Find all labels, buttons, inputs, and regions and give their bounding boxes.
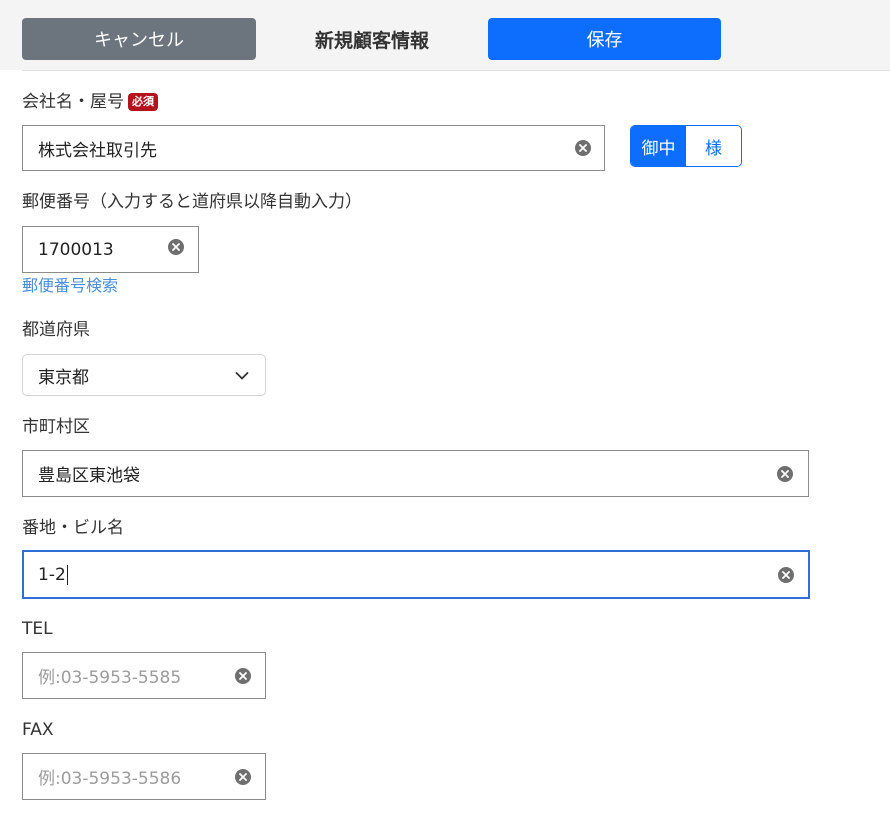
- page-title: 新規顧客情報: [314, 29, 429, 52]
- address-label: 番地・ビル名: [22, 518, 124, 538]
- address-input[interactable]: 1-2: [22, 550, 810, 599]
- prefecture-select[interactable]: 東京都: [22, 354, 266, 396]
- prefecture-label: 都道府県: [22, 320, 90, 340]
- clear-icon[interactable]: [778, 566, 794, 583]
- city-input-value: 豊島区東池袋: [38, 466, 140, 486]
- address-input-value: 1-2: [38, 564, 66, 585]
- company-label-row: 会社名・屋号 必須: [22, 91, 158, 113]
- save-button[interactable]: 保存: [488, 18, 721, 60]
- tel-input-placeholder: 例:03-5953-5585: [38, 668, 182, 688]
- company-input[interactable]: 株式会社取引先: [22, 125, 605, 171]
- company-label: 会社名・屋号: [22, 92, 124, 112]
- postal-search-link[interactable]: 郵便番号検索: [22, 275, 118, 297]
- company-input-value: 株式会社取引先: [38, 140, 157, 161]
- cancel-button[interactable]: キャンセル: [22, 18, 256, 60]
- prefecture-select-value: 東京都: [38, 367, 89, 388]
- header-divider: [22, 70, 890, 71]
- fax-input-placeholder: 例:03-5953-5586: [38, 769, 182, 789]
- tel-label: TEL: [22, 619, 53, 639]
- clear-icon[interactable]: [168, 239, 184, 255]
- honorific-option-sama[interactable]: 様: [686, 126, 741, 166]
- fax-label: FAX: [22, 720, 54, 740]
- postal-input[interactable]: 1700013: [22, 226, 199, 273]
- required-badge: 必須: [128, 93, 158, 111]
- clear-icon[interactable]: [235, 667, 251, 684]
- clear-icon[interactable]: [575, 140, 591, 156]
- postal-label: 郵便番号（入力すると道府県以降自動入力）: [22, 192, 362, 212]
- clear-icon[interactable]: [235, 768, 251, 785]
- city-input[interactable]: 豊島区東池袋: [22, 450, 809, 497]
- fax-input[interactable]: 例:03-5953-5586: [22, 753, 266, 800]
- tel-input[interactable]: 例:03-5953-5585: [22, 652, 266, 699]
- text-caret: [66, 564, 68, 585]
- honorific-toggle: 御中 様: [630, 125, 742, 167]
- postal-input-value: 1700013: [38, 239, 114, 260]
- chevron-down-icon: [235, 366, 249, 385]
- city-label: 市町村区: [22, 417, 90, 437]
- honorific-option-onchu[interactable]: 御中: [631, 126, 686, 166]
- clear-icon[interactable]: [777, 465, 793, 482]
